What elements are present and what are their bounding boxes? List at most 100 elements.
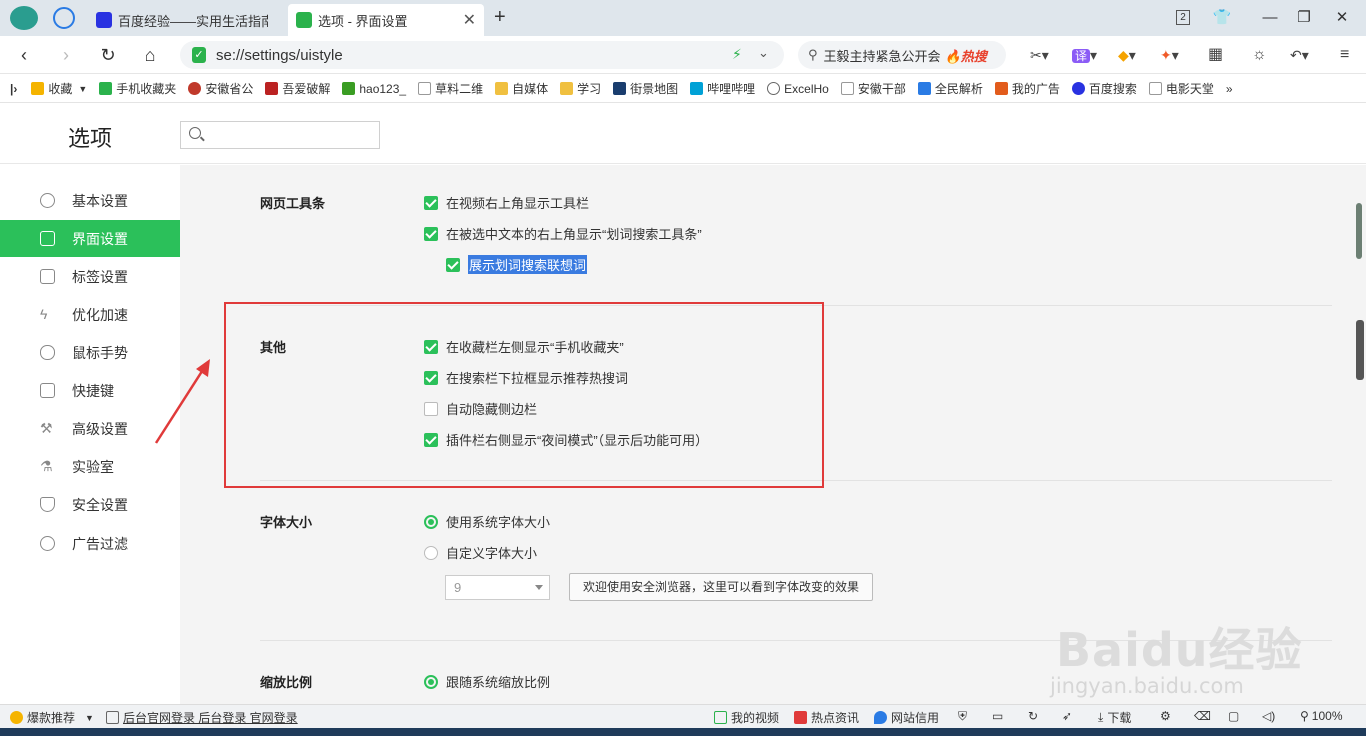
status-zoom[interactable]: ⚲ 100% — [1300, 709, 1343, 723]
game-icon[interactable]: ✦▾ — [1160, 45, 1179, 65]
tab-label: 选项 - 界面设置 — [318, 13, 408, 29]
browser-logo-icon[interactable] — [10, 6, 38, 30]
bookmark-caoliao[interactable]: 草料二维 — [418, 80, 483, 97]
scroll-marker[interactable] — [1356, 320, 1364, 380]
url-text[interactable]: se://settings/uistyle — [216, 47, 343, 64]
bookmark-excel[interactable]: ExcelHo — [767, 82, 829, 96]
bookmark-anhui[interactable]: 安徽省公 — [188, 80, 253, 97]
address-toolbar: ‹ › ↻ ⌂ ✓ se://settings/uistyle ⚡ ⌄ ⚲ 王毅… — [0, 36, 1366, 74]
bookmark-mobile[interactable]: 手机收藏夹 — [99, 80, 176, 97]
clean-icon[interactable]: ⌫ — [1194, 709, 1211, 723]
bookmark-hao123[interactable]: hao123_ — [342, 82, 406, 96]
bilibili-icon — [690, 82, 704, 95]
sidebar-item-tabs[interactable]: 标签设置 — [0, 258, 180, 295]
download-icon: ⤓ — [1098, 710, 1104, 724]
sidebar-item-basic[interactable]: 基本设置 — [0, 182, 180, 219]
radio[interactable] — [424, 545, 438, 560]
new-tab-button[interactable]: + — [494, 6, 506, 29]
bookmark-movie[interactable]: 电影天堂 — [1148, 80, 1214, 97]
option-system-font[interactable]: 使用系统字体大小 — [424, 512, 550, 531]
sidebar-toggle-icon[interactable]: |› — [10, 82, 17, 96]
status-download[interactable]: ⤓ 下载 — [1098, 709, 1131, 726]
scroll-thumb[interactable] — [1356, 203, 1362, 259]
tab-count-badge[interactable]: 2 — [1176, 10, 1190, 25]
site-icon — [265, 82, 279, 95]
screenshot-icon[interactable]: ▭ — [992, 709, 1003, 723]
option-follow-system-zoom[interactable]: 跟随系统缩放比例 — [424, 672, 550, 691]
star-icon — [10, 711, 23, 724]
sidebar-item-speedup[interactable]: ϟ 优化加速 — [0, 296, 180, 333]
home-button[interactable]: ⌂ — [138, 43, 162, 67]
bookmark-quanmin[interactable]: 全民解析 — [917, 80, 983, 97]
status-bar: 爆款推荐 ▼ 后台官网登录 后台登录 官网登录 我的视频 热点资讯 网站信用 ⛨ … — [0, 704, 1366, 728]
lightning-icon[interactable]: ⚡ — [732, 46, 742, 63]
status-hot-recommend[interactable]: 爆款推荐 ▼ — [10, 709, 94, 726]
bookmark-ads[interactable]: 我的广告 — [994, 80, 1060, 97]
sidebar-item-lab[interactable]: ⚗ 实验室 — [0, 448, 180, 485]
tab-baidu-jingyan[interactable]: 百度经验——实用生活指南 — [88, 4, 284, 36]
status-my-videos[interactable]: 我的视频 — [714, 709, 779, 726]
sidebar-item-interface[interactable]: 界面设置 — [0, 220, 180, 257]
font-size-select[interactable]: 9 — [445, 575, 550, 600]
bookmark-folder-media[interactable]: 自媒体 — [495, 80, 548, 97]
scrollbar[interactable] — [1353, 165, 1366, 704]
more-bookmarks-icon[interactable]: » — [1226, 82, 1233, 96]
volume-icon[interactable]: ◁) — [1262, 709, 1275, 723]
option-search-suggestions[interactable]: 展示划词搜索联想词 — [446, 255, 588, 274]
bookmark-street-map[interactable]: 街景地图 — [613, 80, 678, 97]
hao123-icon — [342, 82, 356, 95]
checkbox[interactable] — [424, 195, 438, 210]
status-site-credit[interactable]: 网站信用 — [874, 709, 939, 726]
close-tab-icon[interactable]: ✕ — [463, 10, 476, 30]
font-preview-button[interactable]: 欢迎使用安全浏览器，这里可以看到字体改变的效果 — [569, 573, 873, 601]
sidebar-item-adblock[interactable]: 广告过滤 — [0, 525, 180, 562]
translate-icon[interactable]: 译 ▾ — [1072, 45, 1097, 65]
window-icon[interactable]: ▢ — [1228, 709, 1239, 723]
settings-wrench-icon — [296, 12, 312, 28]
radio[interactable] — [424, 674, 438, 689]
status-hot-news[interactable]: 热点资讯 — [794, 709, 859, 726]
shield-icon[interactable]: ⛨ — [958, 709, 967, 724]
checkbox[interactable] — [446, 257, 460, 272]
navigate-icon[interactable] — [53, 7, 75, 29]
minimize-button[interactable]: — — [1256, 6, 1284, 30]
bookmark-baidu[interactable]: 百度搜索 — [1071, 80, 1137, 97]
gear-icon — [40, 193, 55, 208]
address-bar[interactable]: ✓ se://settings/uistyle ⚡ ⌄ — [180, 41, 784, 69]
wallet-icon[interactable]: ◆▾ — [1118, 45, 1136, 65]
settings-icon[interactable]: ⚙ — [1160, 709, 1171, 723]
option-custom-font[interactable]: 自定义字体大小 — [424, 543, 537, 562]
tab-settings[interactable]: 选项 - 界面设置 ✕ — [288, 4, 484, 36]
settings-search-input[interactable] — [180, 121, 380, 149]
refresh-icon[interactable]: ↻ — [1028, 709, 1038, 723]
skin-icon[interactable]: 👕 — [1208, 6, 1236, 30]
bookmark-bilibili[interactable]: 哔哩哔哩 — [690, 80, 755, 97]
close-window-button[interactable]: ✕ — [1328, 6, 1356, 30]
reload-button[interactable]: ↻ — [96, 43, 120, 67]
option-selection-toolbar[interactable]: 在被选中文本的右上角显示“划词搜索工具条” — [424, 224, 702, 243]
option-video-toolbar[interactable]: 在视频右上角显示工具栏 — [424, 193, 589, 212]
bookmark-folder-study[interactable]: 学习 — [560, 80, 601, 97]
status-news-ticker[interactable]: 后台官网登录 后台登录 官网登录 — [106, 709, 298, 726]
undo-icon[interactable]: ↶▾ — [1290, 45, 1309, 65]
rocket-icon[interactable]: ➶ — [1062, 709, 1072, 723]
night-mode-icon[interactable]: ☼ — [1252, 45, 1267, 65]
scissors-icon[interactable]: ✂▾ — [1030, 45, 1049, 65]
chevron-down-icon[interactable]: ⌄ — [758, 45, 769, 61]
radio[interactable] — [424, 514, 438, 529]
back-button[interactable]: ‹ — [12, 43, 36, 67]
apps-grid-icon[interactable]: ▦ — [1208, 45, 1223, 65]
restore-button[interactable]: ❐ — [1290, 6, 1318, 30]
search-box[interactable]: ⚲ 王毅主持紧急公开会 🔥热搜 — [798, 41, 1006, 69]
checkbox[interactable] — [424, 226, 438, 241]
bookmark-anhui-cadre[interactable]: 安徽干部 — [840, 80, 906, 97]
flask-icon: ⚗ — [40, 458, 53, 474]
sidebar-item-security[interactable]: 安全设置 — [0, 486, 180, 523]
bookmark-52pojie[interactable]: 吾爱破解 — [265, 80, 330, 97]
star-icon — [31, 82, 45, 95]
forward-button[interactable]: › — [54, 43, 78, 67]
drop-icon — [874, 711, 887, 724]
bookmark-favorites[interactable]: 收藏 ▼ — [31, 80, 87, 97]
mouse-icon — [40, 345, 55, 360]
menu-icon[interactable]: ≡ — [1340, 45, 1349, 65]
